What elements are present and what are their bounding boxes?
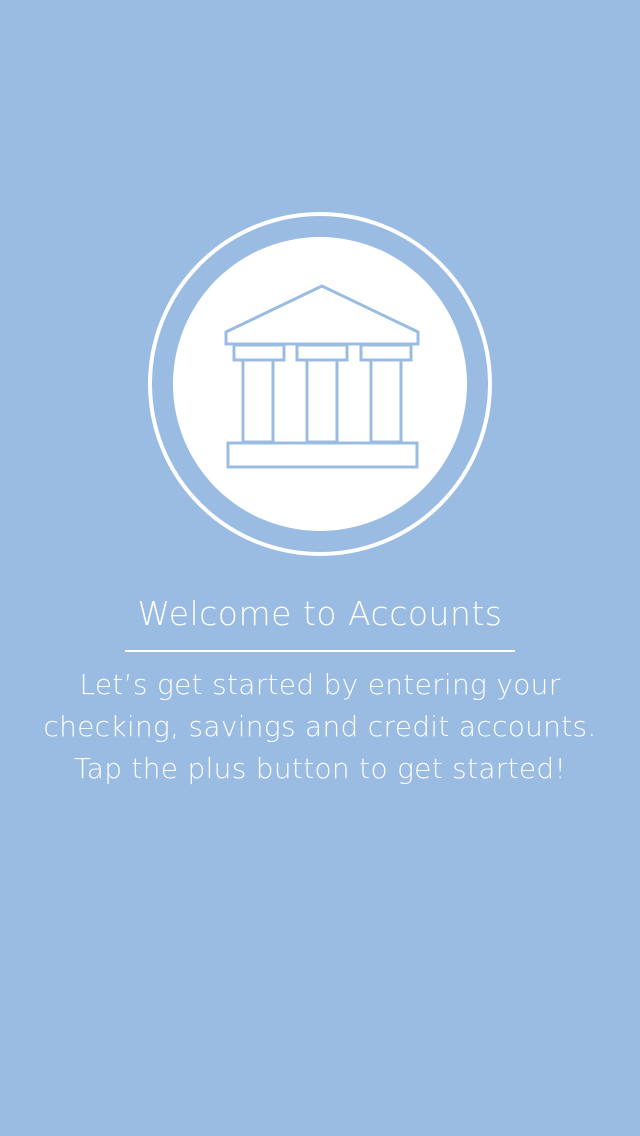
welcome-title: Welcome to Accounts bbox=[137, 594, 503, 633]
inner-circle bbox=[173, 237, 467, 531]
title-divider bbox=[125, 650, 515, 652]
welcome-message: Let’s get started by entering your check… bbox=[43, 668, 597, 785]
welcome-screen: Welcome to Accounts Let’s get started by… bbox=[0, 0, 640, 1136]
bank-icon bbox=[148, 212, 492, 556]
bank-emblem bbox=[148, 212, 492, 556]
